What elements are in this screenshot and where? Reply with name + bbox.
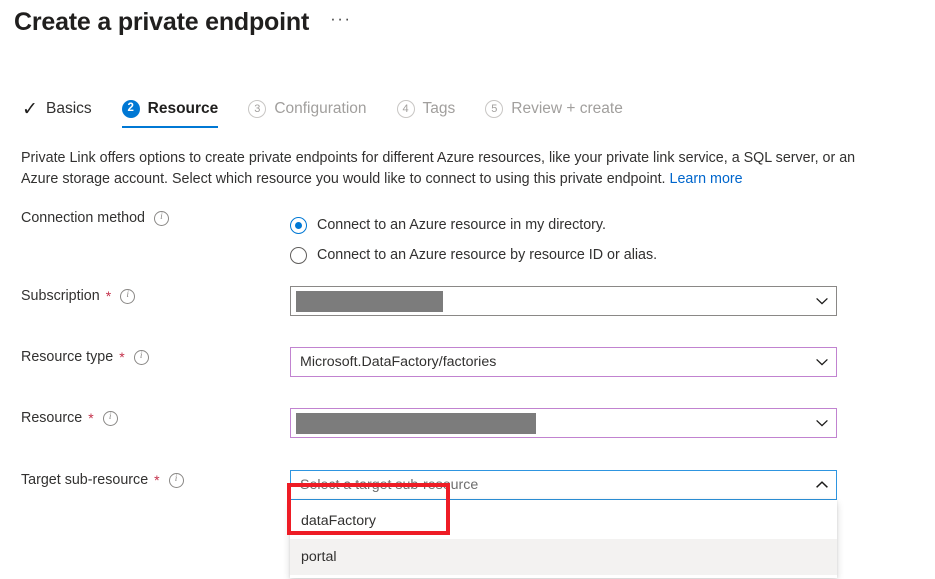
radio-option-directory[interactable]: Connect to an Azure resource in my direc… [290, 210, 935, 240]
form-row-resource-type: Resource type * i Microsoft.DataFactory/… [0, 347, 935, 393]
radio-icon-selected[interactable] [290, 217, 307, 234]
required-indicator: * [88, 412, 93, 424]
info-icon[interactable]: i [169, 473, 184, 488]
resource-type-control: Microsoft.DataFactory/factories [290, 347, 935, 377]
tab-configuration-label: Configuration [274, 99, 366, 119]
target-sub-resource-label: Target sub-resource * i [0, 470, 290, 490]
chevron-down-icon[interactable] [815, 355, 829, 369]
tab-basics[interactable]: ✓ Basics [20, 99, 106, 128]
connection-method-label: Connection method i [0, 208, 290, 228]
tab-basics-label: Basics [46, 99, 92, 119]
page-header: Create a private endpoint ··· [14, 6, 355, 38]
target-sub-resource-label-text: Target sub-resource [21, 470, 148, 490]
page-description: Private Link offers options to create pr… [21, 148, 876, 190]
tab-review-create-label: Review + create [511, 99, 623, 119]
resource-type-select[interactable]: Microsoft.DataFactory/factories [290, 347, 837, 377]
info-icon[interactable]: i [120, 289, 135, 304]
target-sub-resource-control: Select a target sub-resource dataFactory… [290, 470, 935, 500]
form-row-subscription: Subscription * i [0, 286, 935, 332]
target-sub-resource-select[interactable]: Select a target sub-resource [290, 470, 837, 500]
subscription-label: Subscription * i [0, 286, 290, 306]
tab-tags-label: Tags [423, 99, 456, 119]
more-options-icon[interactable]: ··· [327, 8, 354, 36]
step-number-badge: 3 [248, 100, 266, 118]
resource-label: Resource * i [0, 408, 290, 428]
radio-option-resource-id[interactable]: Connect to an Azure resource by resource… [290, 240, 935, 270]
required-indicator: * [154, 474, 159, 486]
connection-method-label-text: Connection method [21, 208, 145, 228]
subscription-select[interactable] [290, 286, 837, 316]
info-icon[interactable]: i [103, 411, 118, 426]
radio-option-resource-id-label: Connect to an Azure resource by resource… [317, 247, 657, 263]
dropdown-option-datafactory[interactable]: dataFactory [290, 503, 837, 539]
resource-form: Connection method i Connect to an Azure … [0, 208, 935, 516]
subscription-label-text: Subscription [21, 286, 100, 306]
redacted-value [296, 413, 536, 434]
redacted-value [296, 291, 443, 312]
subscription-control [290, 286, 935, 316]
required-indicator: * [106, 290, 111, 302]
check-icon: ✓ [20, 100, 40, 118]
tab-resource-label: Resource [148, 99, 219, 119]
step-number-badge: 5 [485, 100, 503, 118]
learn-more-link[interactable]: Learn more [670, 171, 743, 187]
resource-control [290, 408, 935, 438]
tab-configuration[interactable]: 3 Configuration [248, 99, 380, 128]
wizard-tabs: ✓ Basics 2 Resource 3 Configuration 4 Ta… [20, 99, 653, 128]
target-sub-resource-options-panel: dataFactory portal [290, 500, 837, 578]
tab-resource[interactable]: 2 Resource [122, 99, 233, 128]
resource-type-label-text: Resource type [21, 347, 113, 367]
tab-tags[interactable]: 4 Tags [397, 99, 470, 128]
step-number-badge: 2 [122, 100, 140, 118]
connection-method-radio-group: Connect to an Azure resource in my direc… [290, 208, 935, 270]
form-row-target-sub-resource: Target sub-resource * i Select a target … [0, 470, 935, 516]
form-row-resource: Resource * i [0, 408, 935, 454]
tab-review-create[interactable]: 5 Review + create [485, 99, 637, 128]
form-row-connection-method: Connection method i Connect to an Azure … [0, 208, 935, 270]
chevron-down-icon[interactable] [815, 416, 829, 430]
dropdown-option-portal[interactable]: portal [290, 539, 837, 575]
radio-icon-unselected[interactable] [290, 247, 307, 264]
chevron-up-icon[interactable] [815, 478, 829, 492]
target-sub-resource-placeholder: Select a target sub-resource [300, 477, 815, 493]
resource-type-value: Microsoft.DataFactory/factories [300, 354, 815, 370]
resource-select[interactable] [290, 408, 837, 438]
required-indicator: * [119, 351, 124, 363]
info-icon[interactable]: i [134, 350, 149, 365]
step-number-badge: 4 [397, 100, 415, 118]
info-icon[interactable]: i [154, 211, 169, 226]
page-title: Create a private endpoint [14, 6, 309, 38]
tab-underline [122, 126, 219, 129]
chevron-down-icon[interactable] [815, 294, 829, 308]
resource-type-label: Resource type * i [0, 347, 290, 367]
resource-label-text: Resource [21, 408, 82, 428]
connection-method-control: Connect to an Azure resource in my direc… [290, 208, 935, 270]
radio-option-directory-label: Connect to an Azure resource in my direc… [317, 217, 606, 233]
